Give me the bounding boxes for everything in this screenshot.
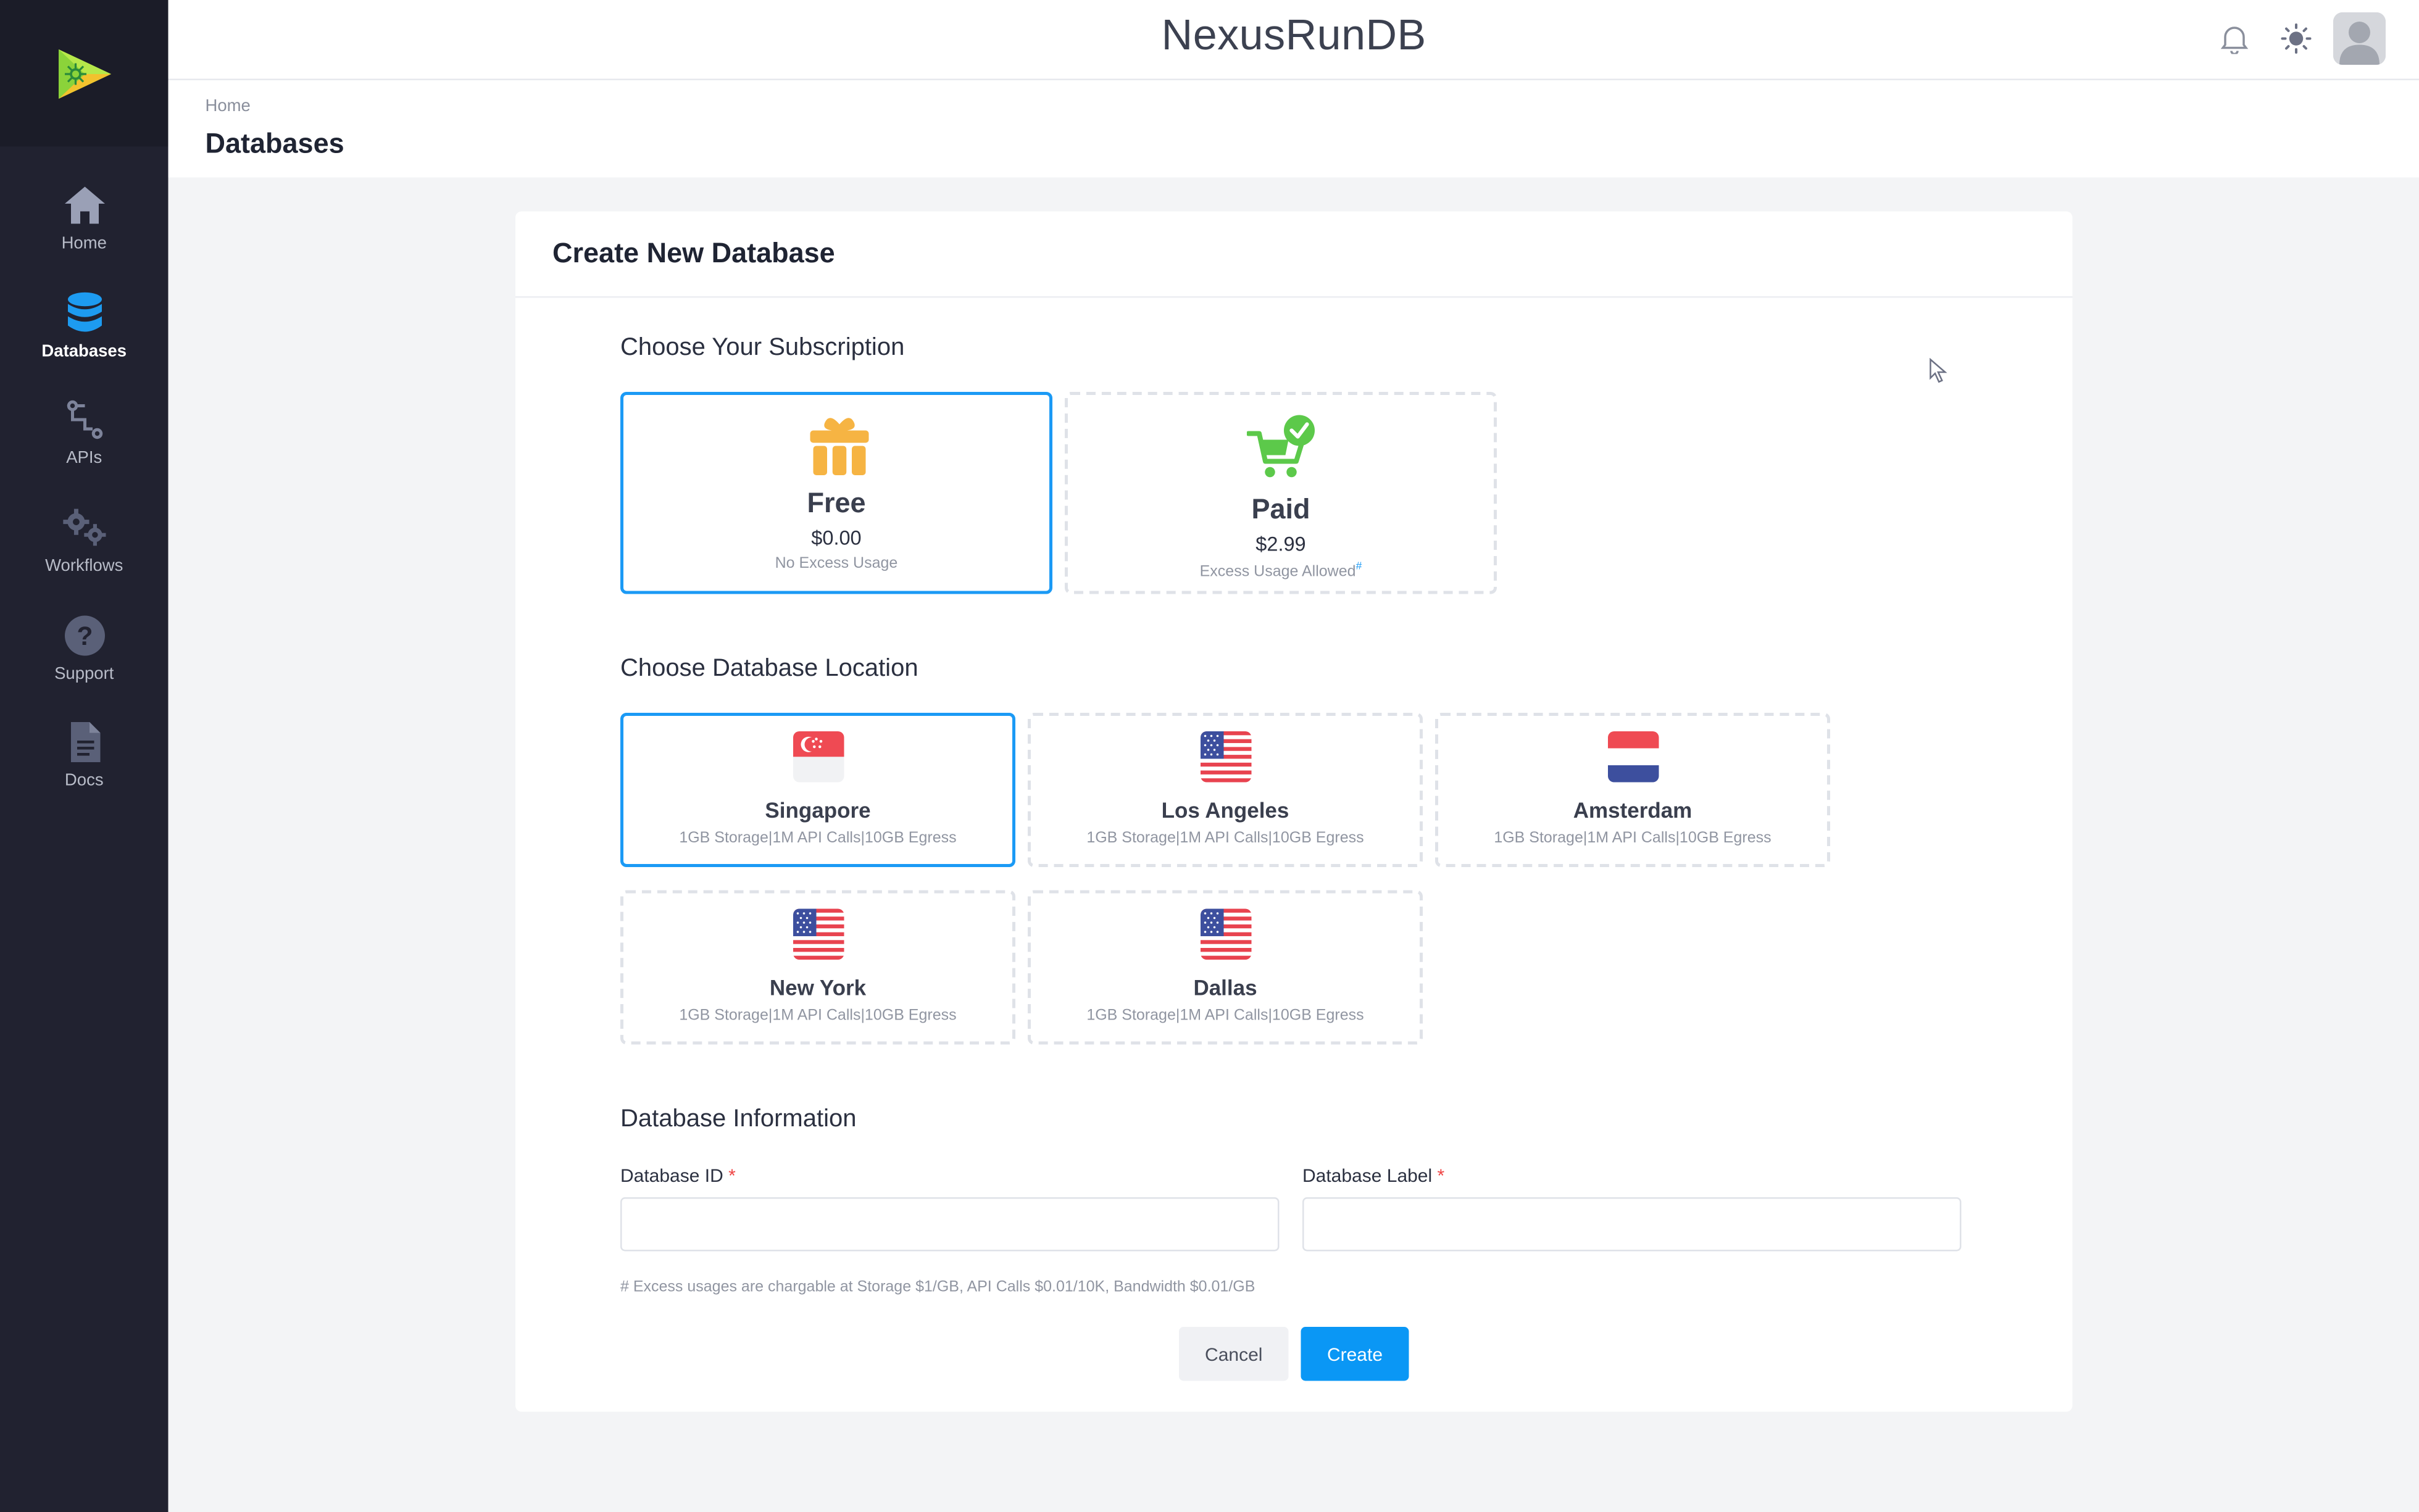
database-label-label: Database Label * (1302, 1165, 1444, 1187)
subscription-option-paid[interactable]: Paid $2.99 Excess Usage Allowed# (1065, 392, 1497, 594)
subscription-section-title: Choose Your Subscription (620, 335, 904, 363)
location-spec: 1GB Storage|1M API Calls|10GB Egress (1438, 830, 1827, 847)
database-label-input[interactable] (1302, 1197, 1962, 1252)
location-option-singapore[interactable]: Singapore 1GB Storage|1M API Calls|10GB … (620, 713, 1015, 867)
location-spec: 1GB Storage|1M API Calls|10GB Egress (623, 830, 1012, 847)
sidebar-item-label: Home (62, 235, 107, 253)
database-id-input[interactable] (620, 1197, 1280, 1252)
logo-icon (53, 43, 115, 104)
sidebar-item-label: APIs (66, 449, 102, 468)
sidebar-item-home[interactable]: Home (0, 182, 169, 278)
card-title: Create New Database (552, 238, 835, 270)
database-icon (61, 290, 107, 336)
document-icon (61, 719, 107, 765)
required-mark: * (728, 1165, 736, 1187)
avatar[interactable] (2333, 12, 2386, 65)
svg-text:?: ? (76, 622, 92, 651)
location-option-new-york[interactable]: New York 1GB Storage|1M API Calls|10GB E… (620, 891, 1015, 1045)
top-header: NexusRunDB (169, 0, 2419, 80)
location-name: Singapore (623, 798, 1012, 823)
location-spec: 1GB Storage|1M API Calls|10GB Egress (623, 1008, 1012, 1025)
location-name: Dallas (1031, 975, 1420, 1000)
usa-flag-icon (793, 909, 844, 960)
sidebar-item-label: Docs (65, 771, 104, 790)
footnote-mark: # (1356, 562, 1362, 573)
sidebar-item-support[interactable]: ? Support (0, 613, 169, 708)
create-button[interactable]: Create (1301, 1327, 1409, 1381)
mouse-cursor-icon (1929, 358, 1947, 384)
app-title: NexusRunDB (169, 11, 2419, 60)
location-name: New York (623, 975, 1012, 1000)
api-icon (61, 397, 107, 443)
sidebar-item-label: Support (54, 665, 114, 684)
location-option-los-angeles[interactable]: Los Angeles 1GB Storage|1M API Calls|10G… (1028, 713, 1423, 867)
location-spec: 1GB Storage|1M API Calls|10GB Egress (1031, 830, 1420, 847)
subscription-note: Excess Usage Allowed# (1068, 562, 1494, 581)
location-spec: 1GB Storage|1M API Calls|10GB Egress (1031, 1008, 1420, 1025)
sidebar-item-workflows[interactable]: Workflows (0, 505, 169, 600)
gears-icon (61, 505, 107, 551)
subscription-option-free[interactable]: Free $0.00 No Excess Usage (620, 392, 1052, 594)
location-name: Amsterdam (1438, 798, 1827, 823)
help-icon: ? (61, 613, 107, 659)
gift-icon (807, 412, 872, 477)
singapore-flag-icon (793, 731, 844, 783)
breadcrumb-home[interactable]: Home (206, 98, 251, 116)
app-logo[interactable] (0, 0, 169, 147)
location-option-amsterdam[interactable]: Amsterdam 1GB Storage|1M API Calls|10GB … (1435, 713, 1830, 867)
sidebar: Home Databases APIs (0, 0, 169, 1512)
page-header: Home Databases (169, 80, 2419, 178)
cart-check-icon (1247, 412, 1318, 483)
info-section-title: Database Information (620, 1107, 856, 1134)
usa-flag-icon (1201, 731, 1252, 783)
location-name: Los Angeles (1031, 798, 1420, 823)
page-title: Databases (206, 128, 344, 161)
sidebar-item-label: Databases (41, 343, 127, 361)
sidebar-item-apis[interactable]: APIs (0, 397, 169, 492)
bell-icon[interactable] (2216, 20, 2253, 57)
sidebar-item-docs[interactable]: Docs (0, 719, 169, 815)
sun-icon[interactable] (2278, 20, 2315, 57)
home-icon (61, 182, 107, 228)
subscription-note: No Excess Usage (623, 555, 1049, 573)
location-section-title: Choose Database Location (620, 656, 918, 684)
subscription-name: Free (623, 488, 1049, 520)
subscription-price: $2.99 (1068, 533, 1494, 556)
divider (515, 296, 2073, 298)
subscription-name: Paid (1068, 494, 1494, 526)
location-option-dallas[interactable]: Dallas 1GB Storage|1M API Calls|10GB Egr… (1028, 891, 1423, 1045)
cancel-button[interactable]: Cancel (1179, 1327, 1289, 1381)
sidebar-item-databases[interactable]: Databases (0, 290, 169, 386)
database-id-label: Database ID * (620, 1165, 736, 1187)
netherlands-flag-icon (1608, 731, 1659, 783)
required-mark: * (1438, 1165, 1445, 1187)
create-database-card: Create New Database Choose Your Subscrip… (515, 212, 2073, 1412)
excess-usage-footnote: # Excess usages are chargable at Storage… (620, 1279, 1255, 1297)
user-avatar-icon (2333, 12, 2386, 65)
usa-flag-icon (1201, 909, 1252, 960)
subscription-price: $0.00 (623, 526, 1049, 550)
sidebar-item-label: Workflows (45, 557, 123, 576)
